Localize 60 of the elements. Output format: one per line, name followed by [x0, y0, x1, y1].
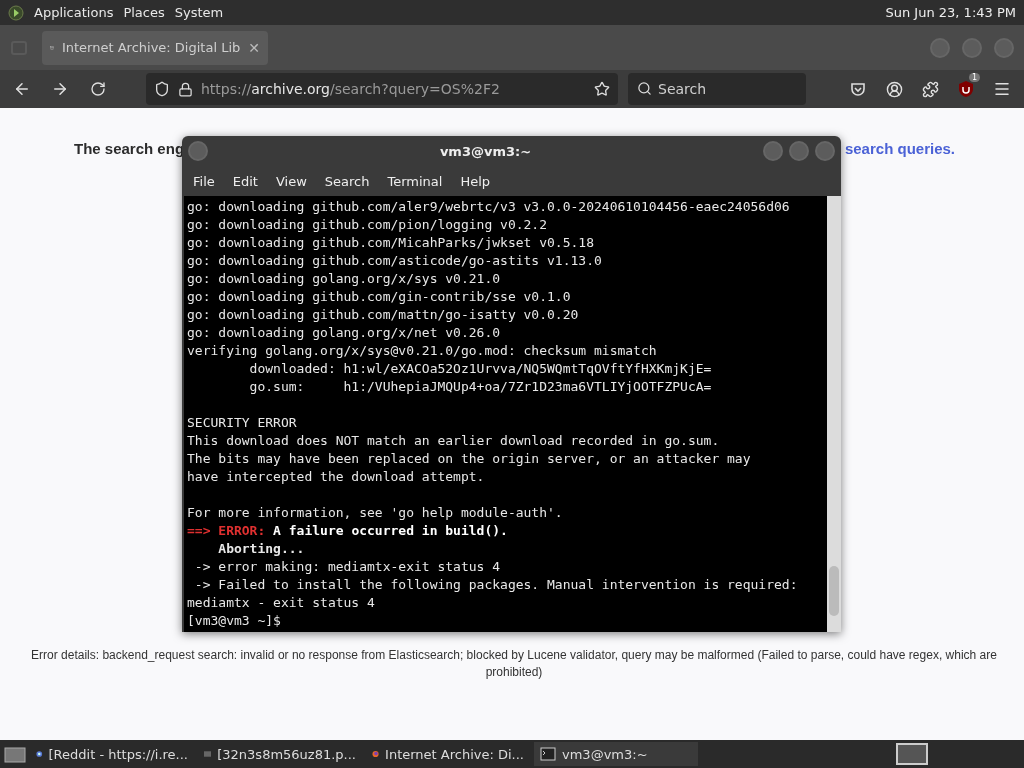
taskbar-item[interactable]: [Reddit - https://i.re... [30, 742, 194, 766]
url-field[interactable]: https://archive.org/search?query=OS%2F2 [146, 73, 618, 105]
star-icon[interactable] [594, 81, 610, 97]
shield-icon[interactable] [154, 81, 170, 97]
panel-menu[interactable]: Applications [34, 5, 114, 20]
show-desktop-icon[interactable] [4, 745, 26, 763]
clock[interactable]: Sun Jun 23, 1:43 PM [885, 5, 1016, 20]
panel-menu[interactable]: System [174, 5, 224, 20]
menu-item[interactable]: File [184, 173, 224, 189]
menu-item[interactable]: Terminal [378, 173, 452, 189]
count-badge: 1 [968, 73, 980, 82]
terminal-line: -> error making: mediamtx-exit status 4 [193, 558, 502, 576]
terminal-line: [vm3@vm3 ~]$ [187, 612, 282, 630]
menu-item[interactable]: Edit [223, 173, 267, 189]
terminal-line: Aborting... [217, 540, 306, 558]
terminal-line: go: downloading github.com/pion/logging v0.2.2 [187, 216, 549, 234]
terminal-line: go: downloading github.com/aler9/webrtc/v3 v3.0.0-20240610104456-eaec24056d06 [187, 198, 791, 216]
lock-icon[interactable] [178, 81, 193, 97]
terminal-line: go: downloading github.com/mattn/go-isatty v0.0.20 [187, 306, 580, 324]
panel-menu[interactable]: Places [123, 5, 165, 20]
search-queries-link[interactable]: search queries. [844, 140, 955, 157]
close-tab-button[interactable]: ✕ [248, 39, 260, 56]
taskbar-item[interactable]: vm3@vm3:~ [534, 742, 698, 766]
app-menu-icon[interactable] [8, 4, 24, 21]
terminal-line: go: downloading github.com/gin-contrib/sse v0.1.0 [187, 288, 572, 306]
terminal-line: mediamtx - exit status 4 [187, 594, 376, 612]
terminal-line: have intercepted the download attempt. [187, 468, 486, 486]
error-details: Error details: backend_request search: invalid or no response from Elasticsearch; blocked by Lucene validator, query may be malformed (Failed to parse, could have regex, which are prohibited) [30, 647, 998, 681]
terminal-line: go: downloading github.com/MicahParks/jwkset v0.5.18 [187, 234, 595, 252]
scrollbar[interactable] [827, 196, 841, 632]
terminal-line: For more information, see 'go help module-auth'. [187, 504, 564, 522]
terminal-line: ==> ERROR: A failure occurred in build(). [187, 522, 509, 540]
terminal-icon [540, 747, 556, 761]
shield-icon[interactable] [957, 80, 975, 98]
terminal-line: The bits may have been replaced on the origin server, or an attacker may [187, 450, 752, 468]
search-field[interactable]: Search [628, 73, 806, 105]
window-title: vm3@vm3:~ [438, 143, 533, 159]
browser-tab[interactable]: Internet Archive: Digital Lib ✕ [42, 30, 268, 65]
terminal-line: go: downloading golang.org/x/sys v0.21.0 [187, 270, 502, 288]
terminal-line: This download does NOT match an earlier download recorded in go.sum. [187, 432, 721, 450]
back-icon[interactable] [13, 80, 31, 98]
terminal-line: SECURITY ERROR [187, 414, 298, 432]
terminal-line: downloaded: h1:wl/eXACOa52Oz1Urvva/NQ5WQmtTqOVftYfHXKmjKjE= [248, 360, 713, 378]
menu-item[interactable]: View [266, 173, 316, 189]
image-icon [204, 748, 212, 760]
url-text: https://archive.org/search?query=OS%2F2 [201, 81, 501, 97]
terminal-line: go: downloading github.com/asticode/go-astits v1.13.0 [187, 252, 603, 270]
forward-icon[interactable] [51, 80, 69, 98]
taskbar-item[interactable]: Internet Archive: Di... [366, 742, 530, 766]
terminal-line: -> Failed to install the following packages. Manual intervention is required: [193, 576, 799, 594]
workspace-switcher[interactable] [896, 743, 928, 765]
scroll-thumb[interactable] [829, 566, 839, 616]
search-icon [637, 81, 652, 96]
taskbar-item[interactable]: [32n3s8m56uz81.p... [198, 742, 362, 766]
menu-item[interactable]: Help [451, 173, 500, 189]
reload-icon[interactable] [90, 81, 106, 97]
terminal-line: verifying golang.org/x/sys@v0.21.0/go.mod: checksum mismatch [187, 342, 658, 360]
terminal-line: go.sum: h1:/VUhepiaJMQUp4+oa/7Zr1D23ma6VTLIYjOOTFZPUcA= [248, 378, 713, 396]
menu-item[interactable]: Search [315, 173, 379, 189]
terminal-line: go: downloading golang.org/x/net v0.26.0 [187, 324, 502, 342]
